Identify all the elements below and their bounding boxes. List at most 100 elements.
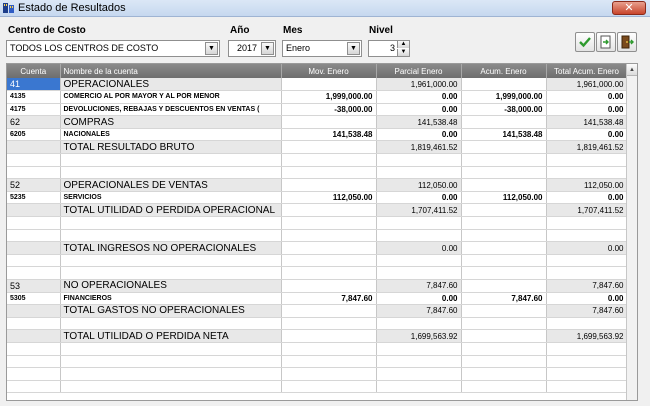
cell-cuenta[interactable] xyxy=(7,241,61,255)
cell-mov[interactable]: 141,538.48 xyxy=(281,128,377,142)
cell-mov[interactable] xyxy=(281,229,377,243)
cell-cuenta[interactable] xyxy=(7,140,61,155)
cell-cuenta[interactable] xyxy=(7,153,61,167)
cell-parcial[interactable]: 1,699,563.92 xyxy=(376,329,462,343)
cell-mov[interactable]: 7,847.60 xyxy=(281,292,377,306)
month-select[interactable]: Enero ▼ xyxy=(282,40,362,57)
cell-cuenta[interactable] xyxy=(7,380,61,394)
cell-total[interactable]: 0.00 xyxy=(546,103,628,117)
cell-total[interactable] xyxy=(546,166,628,180)
scroll-up-icon[interactable]: ▲ xyxy=(627,64,637,76)
cell-mov[interactable] xyxy=(281,216,377,230)
table-row[interactable]: 4175 DEVOLUCIONES, REBAJAS Y DESCUENTOS E… xyxy=(7,103,628,117)
cell-mov[interactable] xyxy=(281,355,377,369)
cell-parcial[interactable] xyxy=(376,367,462,381)
table-row[interactable] xyxy=(7,266,628,280)
cell-parcial[interactable]: 0.00 xyxy=(376,90,462,104)
cell-total[interactable]: 7,847.60 xyxy=(546,304,628,318)
cell-parcial[interactable]: 0.00 xyxy=(376,292,462,306)
table-row[interactable] xyxy=(7,355,628,369)
cell-cuenta[interactable]: 4135 xyxy=(7,90,61,104)
cell-mov[interactable] xyxy=(281,115,377,129)
cell-parcial[interactable] xyxy=(376,254,462,268)
cell-mov[interactable] xyxy=(281,241,377,255)
cell-mov[interactable] xyxy=(281,266,377,280)
table-row[interactable]: 4135 COMERCIO AL POR MAYOR Y AL POR MENOR… xyxy=(7,90,628,104)
cell-acum[interactable] xyxy=(461,304,547,318)
cost-center-select[interactable]: TODOS LOS CENTROS DE COSTO ▼ xyxy=(6,40,220,57)
cell-mov[interactable] xyxy=(281,140,377,155)
cell-total[interactable] xyxy=(546,229,628,243)
cell-acum[interactable] xyxy=(461,317,547,331)
chevron-down-icon[interactable]: ▼ xyxy=(261,42,274,55)
cell-nombre[interactable]: SERVICIOS xyxy=(60,191,282,205)
cell-parcial[interactable] xyxy=(376,317,462,331)
cell-nombre[interactable]: TOTAL UTILIDAD O PERDIDA OPERACIONAL xyxy=(60,203,282,218)
cell-acum[interactable] xyxy=(461,342,547,356)
table-row[interactable] xyxy=(7,153,628,167)
cell-total[interactable] xyxy=(546,254,628,268)
cell-nombre[interactable]: OPERACIONALES xyxy=(60,78,282,92)
level-stepper[interactable]: 3 ▲ ▼ xyxy=(368,40,410,57)
cell-total[interactable] xyxy=(546,216,628,230)
table-row[interactable] xyxy=(7,166,628,180)
cell-acum[interactable]: -38,000.00 xyxy=(461,103,547,117)
accept-button[interactable] xyxy=(575,32,595,52)
cell-total[interactable]: 112,050.00 xyxy=(546,178,628,192)
table-row[interactable]: 5235 SERVICIOS 112,050.00 0.00 112,050.00 0.0… xyxy=(7,191,628,205)
cell-cuenta[interactable]: 62 xyxy=(7,115,61,129)
cell-total[interactable]: 0.00 xyxy=(546,191,628,205)
cell-cuenta[interactable] xyxy=(7,266,61,280)
cell-parcial[interactable] xyxy=(376,229,462,243)
cell-total[interactable] xyxy=(546,380,628,394)
cell-mov[interactable] xyxy=(281,153,377,167)
cell-cuenta[interactable]: 4175 xyxy=(7,103,61,117)
cell-parcial[interactable]: 141,538.48 xyxy=(376,115,462,129)
cell-acum[interactable] xyxy=(461,329,547,343)
cell-cuenta[interactable] xyxy=(7,367,61,381)
cell-cuenta[interactable]: 41 xyxy=(7,78,61,92)
cell-parcial[interactable]: 1,819,461.52 xyxy=(376,140,462,155)
table-row[interactable]: 5305 FINANCIEROS 7,847.60 0.00 7,847.60 0.00 xyxy=(7,292,628,306)
cell-cuenta[interactable]: 5305 xyxy=(7,292,61,306)
cell-cuenta[interactable]: 6205 xyxy=(7,128,61,142)
spin-up-icon[interactable]: ▲ xyxy=(397,41,409,48)
cell-acum[interactable] xyxy=(461,166,547,180)
chevron-down-icon[interactable]: ▼ xyxy=(347,42,360,55)
cell-parcial[interactable]: 0.00 xyxy=(376,128,462,142)
cell-acum[interactable] xyxy=(461,78,547,92)
cell-parcial[interactable]: 0.00 xyxy=(376,191,462,205)
cell-parcial[interactable]: 0.00 xyxy=(376,103,462,117)
col-header-mov[interactable]: Mov. Enero xyxy=(281,64,377,78)
table-row[interactable]: TOTAL UTILIDAD O PERDIDA OPERACIONAL 1,70… xyxy=(7,203,628,218)
cell-cuenta[interactable] xyxy=(7,329,61,343)
cell-mov[interactable] xyxy=(281,203,377,218)
cell-mov[interactable] xyxy=(281,254,377,268)
cell-nombre[interactable] xyxy=(60,342,282,356)
cell-parcial[interactable]: 112,050.00 xyxy=(376,178,462,192)
cell-mov[interactable]: 112,050.00 xyxy=(281,191,377,205)
cell-mov[interactable] xyxy=(281,166,377,180)
cell-acum[interactable] xyxy=(461,178,547,192)
cell-cuenta[interactable] xyxy=(7,317,61,331)
cell-mov[interactable]: 1,999,000.00 xyxy=(281,90,377,104)
cell-parcial[interactable]: 7,847.60 xyxy=(376,304,462,318)
cell-acum[interactable] xyxy=(461,115,547,129)
cell-nombre[interactable]: TOTAL RESULTADO BRUTO xyxy=(60,140,282,155)
cell-cuenta[interactable] xyxy=(7,216,61,230)
cell-cuenta[interactable] xyxy=(7,229,61,243)
cell-nombre[interactable] xyxy=(60,317,282,331)
cell-total[interactable] xyxy=(546,266,628,280)
cell-total[interactable]: 141,538.48 xyxy=(546,115,628,129)
cell-acum[interactable] xyxy=(461,367,547,381)
table-row[interactable]: 41 OPERACIONALES 1,961,000.00 1,961,000.00 xyxy=(7,78,628,92)
cell-parcial[interactable] xyxy=(376,153,462,167)
cell-parcial[interactable] xyxy=(376,380,462,394)
table-row[interactable]: 52 OPERACIONALES DE VENTAS 112,050.00 112,0… xyxy=(7,178,628,192)
cell-total[interactable]: 0.00 xyxy=(546,292,628,306)
table-row[interactable] xyxy=(7,216,628,230)
cell-mov[interactable] xyxy=(281,304,377,318)
cell-total[interactable]: 0.00 xyxy=(546,128,628,142)
cell-nombre[interactable] xyxy=(60,380,282,394)
cell-cuenta[interactable]: 53 xyxy=(7,279,61,293)
